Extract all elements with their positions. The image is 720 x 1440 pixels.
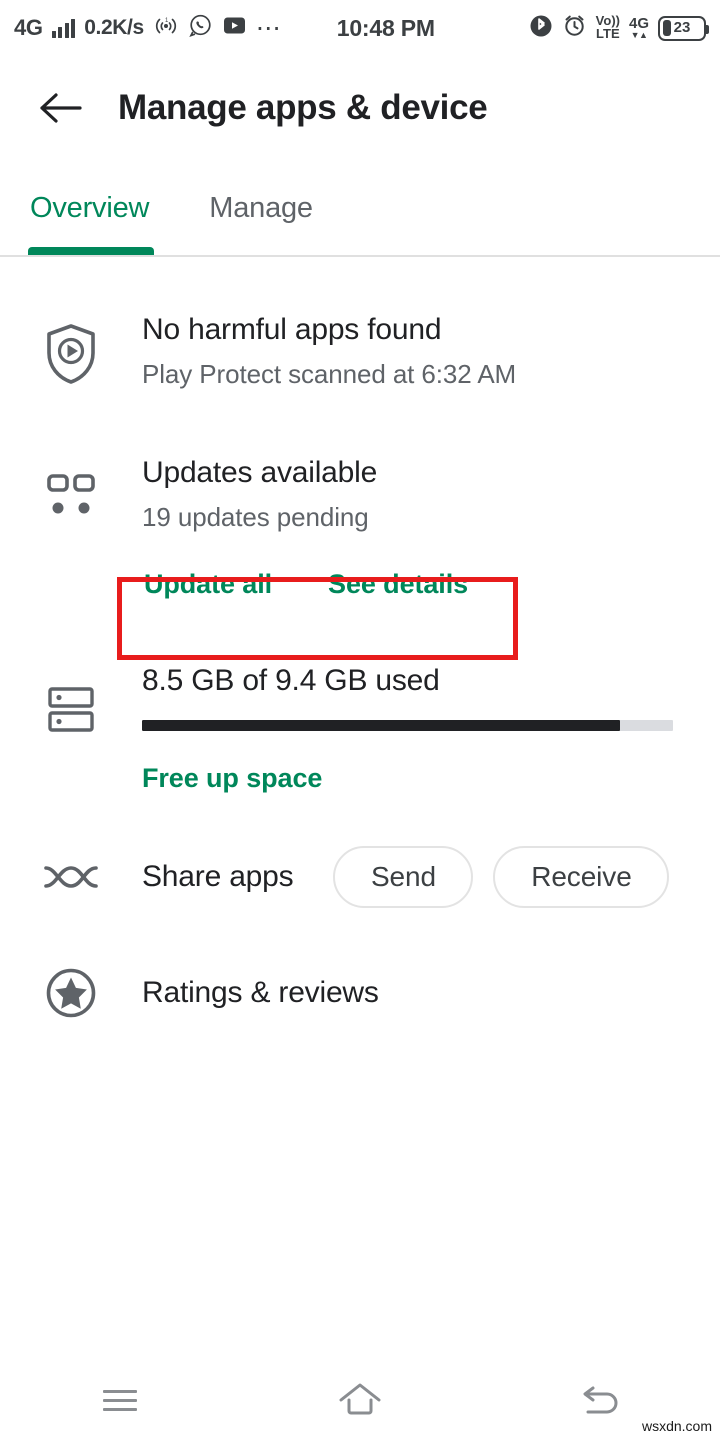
see-details-button[interactable]: See details [328, 569, 468, 600]
send-button[interactable]: Send [333, 846, 474, 908]
network-speed-label: 0.2K/s [84, 16, 144, 39]
updates-title: Updates available [142, 456, 378, 489]
alarm-icon [562, 13, 587, 43]
row-share-apps: Share apps Send Receive [0, 794, 720, 908]
svg-text:1: 1 [165, 18, 169, 24]
play-protect-subtitle: Play Protect scanned at 6:32 AM [142, 359, 517, 389]
play-protect-shield-icon [0, 313, 142, 385]
signal-bars-icon [51, 18, 76, 38]
home-icon[interactable] [240, 1381, 480, 1419]
youtube-icon [222, 15, 247, 41]
watermark: wsxdn.com [641, 1418, 712, 1434]
tab-bar: Overview Manage [0, 160, 720, 257]
status-bar-left: 4G 0.2K/s 1 ⋯ [14, 13, 283, 43]
volte-icon: Vo)) LTE [595, 13, 620, 41]
tab-active-indicator [28, 247, 154, 255]
storage-progress-bar [142, 720, 673, 731]
status-bar-right: Vo)) LTE 4G ▼▲ 23 [529, 13, 709, 43]
star-circle-icon [0, 966, 142, 1020]
update-actions-row: Update all See details [142, 569, 696, 600]
row-updates: Updates available 19 updates pending Upd… [0, 390, 720, 600]
network-type-label: 4G [14, 15, 43, 40]
tab-overview[interactable]: Overview [28, 192, 151, 225]
page-title: Manage apps & device [118, 88, 488, 127]
share-apps-label: Share apps [142, 860, 294, 893]
broadcast-icon: 1 [153, 15, 179, 42]
tab-manage[interactable]: Manage [207, 192, 315, 225]
play-protect-title: No harmful apps found [142, 313, 442, 346]
row-play-protect[interactable]: No harmful apps found Play Protect scann… [0, 257, 720, 390]
ratings-title: Ratings & reviews [142, 976, 379, 1009]
bluetooth-icon [529, 14, 553, 43]
row-storage: 8.5 GB of 9.4 GB used Free up space [0, 600, 720, 794]
menu-icon[interactable] [0, 1384, 240, 1417]
mobile-data-icon: 4G ▼▲ [628, 14, 649, 40]
updates-subtitle: 19 updates pending [142, 502, 369, 532]
storage-icon [0, 664, 142, 736]
share-apps-icon [0, 859, 142, 895]
app-updates-grid-icon [0, 456, 142, 520]
overview-content: No harmful apps found Play Protect scann… [0, 257, 720, 1020]
back-arrow-icon[interactable] [24, 91, 96, 125]
storage-progress-fill [142, 720, 620, 731]
storage-title: 8.5 GB of 9.4 GB used [142, 664, 440, 697]
more-icon: ⋯ [255, 14, 283, 42]
app-bar: Manage apps & device [0, 56, 720, 160]
receive-button[interactable]: Receive [493, 846, 670, 908]
back-icon[interactable] [480, 1381, 720, 1419]
status-clock: 10:48 PM [336, 14, 435, 41]
free-up-space-button[interactable]: Free up space [142, 763, 696, 794]
update-all-button[interactable]: Update all [144, 569, 272, 600]
row-ratings-reviews[interactable]: Ratings & reviews [0, 908, 720, 1020]
battery-icon: 23 [658, 15, 709, 41]
status-bar: 4G 0.2K/s 1 ⋯ 10:48 PM Vo)) LTE 4G ▼▲ 23 [0, 0, 720, 56]
whatsapp-icon [188, 13, 213, 43]
status-bar-center: 10:48 PM [283, 15, 529, 42]
system-navigation-bar [0, 1360, 720, 1440]
